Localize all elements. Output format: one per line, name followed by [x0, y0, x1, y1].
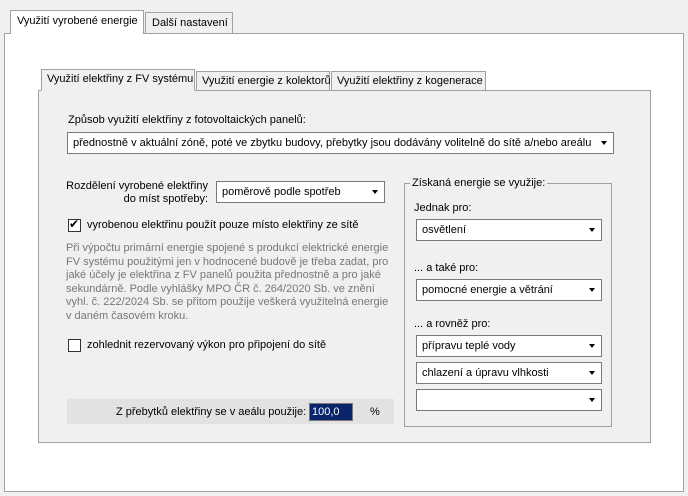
- tab-label: Využití elektřiny z kogenerace: [337, 75, 483, 87]
- primary-usage-value: osvětlení: [422, 224, 467, 236]
- checkmark-icon: ✔: [69, 217, 80, 231]
- tab-dalsi-nastaveni[interactable]: Další nastavení: [145, 12, 233, 34]
- chevron-down-icon: [372, 190, 378, 194]
- chevron-down-icon: [589, 288, 595, 292]
- usage-mode-value: přednostně v aktuální zóně, poté ve zbyt…: [73, 137, 592, 149]
- chevron-down-icon: [589, 398, 595, 402]
- note-line: jaké účely je elektřina z FV panelů použ…: [66, 269, 381, 281]
- tertiary-usage-select-1[interactable]: přípravu teplé vody: [416, 335, 602, 357]
- distribution-label-line1: Rozdělení vyrobené elektřiny: [66, 180, 208, 192]
- surplus-value: 100,0: [312, 406, 340, 418]
- reserved-power-checkbox[interactable]: [68, 339, 81, 352]
- surplus-label: Z přebytků elektřiny se v aeálu použije:: [116, 406, 307, 418]
- primary-usage-select[interactable]: osvětlení: [416, 219, 602, 241]
- distribution-label: Rozdělení vyrobené elektřiny do míst spo…: [60, 180, 208, 206]
- tab-label: Využití elektřiny z FV systému: [47, 73, 194, 85]
- surplus-input[interactable]: 100,0: [309, 403, 353, 421]
- secondary-usage-label: ... a také pro:: [414, 262, 479, 274]
- energy-usage-group-title: Získaná energie se využije:: [410, 177, 548, 189]
- usage-mode-select[interactable]: přednostně v aktuální zóně, poté ve zbyt…: [67, 132, 614, 154]
- distribution-value: poměrově podle spotřeb: [222, 186, 341, 198]
- tertiary-usage-select-2[interactable]: chlazení a úpravu vlhkosti: [416, 362, 602, 384]
- secondary-usage-select[interactable]: pomocné energie a větrání: [416, 279, 602, 301]
- tertiary-usage-select-3[interactable]: [416, 389, 602, 411]
- tab-vyuziti-vyrobene-energie[interactable]: Využití vyrobené energie: [10, 10, 144, 34]
- note-line: FV systému použitými jen v hodnocené bud…: [66, 255, 389, 268]
- tab-label: Využití energie z kolektorů: [202, 75, 331, 87]
- note-line: v daném časovém kroku.: [66, 309, 189, 322]
- chevron-down-icon: [601, 141, 607, 145]
- note-line: sekundárně. Podle vyhlášky MPO ČR č. 264…: [66, 282, 375, 295]
- distribution-select[interactable]: poměrově podle spotřeb: [216, 181, 385, 203]
- reserved-power-label: zohlednit rezervovaný výkon pro připojen…: [87, 339, 327, 351]
- tab-vyuziti-energie-kolektoru[interactable]: Využití energie z kolektorů: [196, 71, 331, 91]
- replace-grid-label: vyrobenou elektřinu použít pouze místo e…: [87, 219, 359, 231]
- replace-grid-checkbox[interactable]: ✔: [68, 217, 81, 232]
- tab-label: Další nastavení: [152, 17, 228, 29]
- note-line: vyhl. č. 222/2024 Sb. se přitom použije …: [66, 296, 389, 308]
- note-line: Při výpočtu primární energie spojené s p…: [66, 242, 389, 254]
- tab-label: Využití vyrobené energie: [17, 15, 138, 27]
- usage-mode-label: Způsob využití elektřiny z fotovoltaický…: [68, 114, 306, 126]
- fv-note-text: Při výpočtu primární energie spojené s p…: [66, 242, 396, 323]
- secondary-usage-value: pomocné energie a větrání: [422, 284, 553, 296]
- distribution-label-line2: do míst spotřeby:: [123, 193, 208, 205]
- chevron-down-icon: [589, 228, 595, 232]
- tab-vyuziti-elektriny-kogenerace[interactable]: Využití elektřiny z kogenerace: [331, 71, 486, 91]
- tab-vyuziti-elektriny-fv[interactable]: Využití elektřiny z FV systému: [41, 69, 195, 91]
- tertiary-usage-value: přípravu teplé vody: [422, 340, 516, 352]
- tertiary-usage-value: chlazení a úpravu vlhkosti: [422, 367, 549, 379]
- surplus-unit: %: [370, 406, 380, 418]
- primary-usage-label: Jednak pro:: [414, 202, 472, 214]
- chevron-down-icon: [589, 371, 595, 375]
- tertiary-usage-label: ... a rovněž pro:: [414, 318, 491, 330]
- chevron-down-icon: [589, 344, 595, 348]
